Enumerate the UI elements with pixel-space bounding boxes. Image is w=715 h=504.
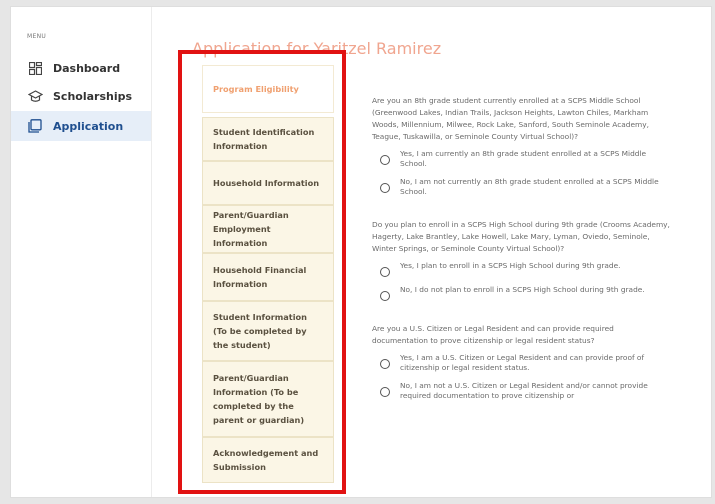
sidebar-item-dashboard[interactable]: Dashboard — [11, 53, 151, 83]
sidebar-item-label: Application — [53, 119, 124, 133]
step-household-financial[interactable]: Household Financial Information — [202, 253, 334, 301]
option-label: Yes, I am a U.S. Citizen or Legal Reside… — [400, 353, 645, 372]
step-acknowledgement[interactable]: Acknowledgement and Submission — [202, 437, 334, 483]
sidebar-item-label: Dashboard — [53, 61, 121, 75]
option-label: Yes, I plan to enroll in a SCPS High Sch… — [400, 261, 621, 270]
step-student-identification[interactable]: Student Identification Information — [202, 117, 334, 161]
sidebar: MENU Dashboard Scholarships Application — [11, 7, 151, 497]
question-text: Are you a U.S. Citizen or Legal Resident… — [372, 324, 614, 345]
option-label: No, I am not a U.S. Citizen or Legal Res… — [400, 381, 648, 400]
main-content: Application for Yaritzel Ramirez Program… — [151, 7, 711, 497]
step-program-eligibility[interactable]: Program Eligibility — [202, 65, 334, 113]
radio-button[interactable] — [380, 359, 390, 369]
step-parent-information[interactable]: Parent/Guardian Information (To be compl… — [202, 361, 334, 437]
radio-button[interactable] — [380, 183, 390, 193]
option-label: No, I am not currently an 8th grade stud… — [400, 177, 659, 196]
option-label: Yes, I am currently an 8th grade student… — [400, 149, 647, 168]
sidebar-item-application[interactable]: Application — [11, 111, 151, 141]
menu-label: MENU — [27, 33, 47, 40]
dashboard-icon — [27, 60, 43, 76]
step-student-information[interactable]: Student Information (To be completed by … — [202, 301, 334, 361]
radio-button[interactable] — [380, 387, 390, 397]
option-label: No, I do not plan to enroll in a SCPS Hi… — [400, 285, 645, 294]
application-icon — [27, 118, 43, 134]
page-title: Application for Yaritzel Ramirez — [192, 39, 442, 58]
radio-option[interactable]: No, I do not plan to enroll in a SCPS Hi… — [380, 285, 672, 301]
sidebar-item-scholarships[interactable]: Scholarships — [11, 81, 151, 111]
step-household-information[interactable]: Household Information — [202, 161, 334, 205]
radio-button[interactable] — [380, 155, 390, 165]
graduation-cap-icon — [27, 88, 43, 104]
radio-button[interactable] — [380, 291, 390, 301]
eligibility-questions: Are you an 8th grade student currently e… — [372, 95, 672, 401]
app-window: MENU Dashboard Scholarships Application … — [10, 6, 712, 498]
sidebar-item-label: Scholarships — [53, 89, 133, 103]
radio-option[interactable]: No, I am not a U.S. Citizen or Legal Res… — [380, 381, 672, 401]
radio-option[interactable]: No, I am not currently an 8th grade stud… — [380, 177, 672, 197]
radio-option[interactable]: Yes, I plan to enroll in a SCPS High Sch… — [380, 261, 672, 277]
radio-option[interactable]: Yes, I am currently an 8th grade student… — [380, 149, 672, 169]
application-steps: Program Eligibility Student Identificati… — [202, 65, 334, 487]
question-text: Are you an 8th grade student currently e… — [372, 96, 649, 141]
radio-button[interactable] — [380, 267, 390, 277]
question-text: Do you plan to enroll in a SCPS High Sch… — [372, 220, 670, 253]
step-parent-employment[interactable]: Parent/Guardian Employment Information — [202, 205, 334, 253]
radio-option[interactable]: Yes, I am a U.S. Citizen or Legal Reside… — [380, 353, 672, 373]
